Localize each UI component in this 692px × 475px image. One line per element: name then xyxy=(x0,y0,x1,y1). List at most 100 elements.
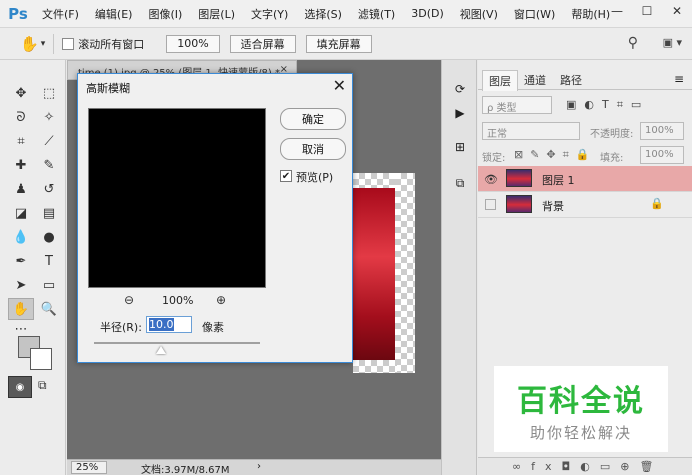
status-bar: 25% 文档:3.97M/8.67M › xyxy=(67,459,441,475)
crop-tool-icon[interactable]: ⌗ xyxy=(8,130,34,152)
type-tool-icon[interactable]: T xyxy=(36,250,62,272)
blur-tool-icon[interactable]: 💧 xyxy=(8,226,34,248)
radius-input[interactable]: 10.0 xyxy=(146,316,192,333)
menu-image[interactable]: 图像(I) xyxy=(148,6,182,22)
opacity-field[interactable]: 100% xyxy=(640,122,684,140)
hand-tool-active-icon[interactable]: ✋ xyxy=(8,298,34,320)
maximize-button[interactable]: ☐ xyxy=(632,0,662,22)
transparent-area-bottom xyxy=(353,360,397,373)
watermark-subtitle: 助你轻松解决 xyxy=(529,424,632,442)
gradient-tool-icon[interactable]: ▤ xyxy=(36,202,62,224)
blend-row: 正常 不透明度: 100% xyxy=(482,122,688,142)
layer-filter-row: ρ 类型 ▣◐T⌗▭ xyxy=(482,96,688,116)
menu-select[interactable]: 选择(S) xyxy=(304,6,342,22)
marquee-tool-icon[interactable]: ⬚ xyxy=(36,82,62,104)
radius-slider-thumb[interactable] xyxy=(156,346,166,354)
actions-play-icon[interactable]: ▶ xyxy=(451,104,469,122)
fill-field[interactable]: 100% xyxy=(640,146,684,164)
dodge-tool-icon[interactable]: ● xyxy=(36,226,62,248)
workspace-switcher-icon[interactable]: ▣ ▾ xyxy=(663,36,682,49)
tools-panel: ✥ ⬚ ᘐ ✧ ⌗ ⟋ ✚ ✎ ♟ ↺ ◪ ▤ 💧 ● ✒ T ➤ ▭ ✋ 🔍 … xyxy=(0,60,66,475)
panel-tabs: 图层 通道 路径 ≡ xyxy=(478,68,692,91)
history-icon[interactable]: ⟳ xyxy=(451,80,469,98)
gaussian-blur-dialog: 高斯模糊 ✕ 确定 取消 ✔ 预览(P) ⊖ 100% ⊕ 半径(R): 10.… xyxy=(77,73,353,363)
menu-filter[interactable]: 滤镜(T) xyxy=(358,6,395,22)
layer-actions-icons[interactable]: ∞fx◘◐▭⊕🗑 xyxy=(512,460,663,473)
quick-mask-icon[interactable]: ◉ xyxy=(8,376,32,398)
ok-button[interactable]: 确定 xyxy=(280,108,346,130)
menu-type[interactable]: 文字(Y) xyxy=(251,6,288,22)
zoom-level-field[interactable]: 25% xyxy=(71,461,107,474)
preview-checkbox[interactable]: ✔ xyxy=(280,170,292,182)
lasso-tool-icon[interactable]: ᘐ xyxy=(8,106,34,128)
fill-screen-button[interactable]: 填充屏幕 xyxy=(305,34,372,53)
preview-label: 预览(P) xyxy=(296,171,334,184)
screen-mode-icon[interactable]: ⧉ xyxy=(38,378,47,393)
layer-thumbnail xyxy=(506,169,532,187)
hand-tool-icon[interactable]: ✋ xyxy=(20,35,39,53)
tool-preset-caret-icon[interactable]: ▾ xyxy=(41,39,46,49)
zoom-tool-icon[interactable]: 🔍 xyxy=(36,298,62,320)
filter-type-icons[interactable]: ▣◐T⌗▭ xyxy=(566,98,649,112)
options-bar: ✋ ▾ 滚动所有窗口 100% 适合屏幕 填充屏幕 ⚲ ▣ ▾ xyxy=(0,28,692,60)
scroll-all-windows-label: 滚动所有窗口 xyxy=(78,37,145,51)
panel-menu-icon[interactable]: ≡ xyxy=(674,72,684,86)
eye-icon[interactable]: 👁 xyxy=(484,172,498,186)
radius-value: 10.0 xyxy=(149,318,174,331)
fit-screen-button[interactable]: 适合屏幕 xyxy=(229,34,296,53)
layer-row[interactable]: 👁 图层 1 xyxy=(478,166,692,192)
eraser-tool-icon[interactable]: ◪ xyxy=(8,202,34,224)
clone-stamp-icon[interactable]: ♟ xyxy=(8,178,34,200)
tab-layers[interactable]: 图层 xyxy=(482,70,518,91)
pen-tool-icon[interactable]: ✒ xyxy=(8,250,34,272)
move-tool-icon[interactable]: ✥ xyxy=(8,82,34,104)
healing-brush-icon[interactable]: ✚ xyxy=(8,154,34,176)
menu-bar: Ps 文件(F) 编辑(E) 图像(I) 图层(L) 文字(Y) 选择(S) 滤… xyxy=(0,0,692,28)
radius-slider-track[interactable] xyxy=(94,342,260,344)
fill-label: 填充: xyxy=(600,153,624,164)
menu-view[interactable]: 视图(V) xyxy=(460,6,498,22)
brush-tool-icon[interactable]: ✎ xyxy=(36,154,62,176)
close-window-button[interactable]: ✕ xyxy=(662,0,692,22)
radius-unit: 像素 xyxy=(202,321,224,334)
menu-layer[interactable]: 图层(L) xyxy=(198,6,235,22)
blur-preview[interactable] xyxy=(88,108,266,288)
zoom-out-icon[interactable]: ⊖ xyxy=(124,293,134,307)
history-brush-icon[interactable]: ↺ xyxy=(36,178,62,200)
background-color-swatch[interactable] xyxy=(30,348,52,370)
menu-window[interactable]: 窗口(W) xyxy=(514,6,555,22)
cancel-button[interactable]: 取消 xyxy=(280,138,346,160)
layers-footer: ∞fx◘◐▭⊕🗑 xyxy=(478,457,692,475)
rectangle-tool-icon[interactable]: ▭ xyxy=(36,274,62,296)
magic-wand-icon[interactable]: ✧ xyxy=(36,106,62,128)
layer-row[interactable]: 背景 🔒 xyxy=(478,192,692,218)
watermark: 百科全说 助你轻松解决 xyxy=(494,366,668,452)
options-divider xyxy=(53,33,55,54)
visibility-toggle[interactable] xyxy=(485,199,496,210)
canvas-image[interactable] xyxy=(353,188,395,360)
search-icon[interactable]: ⚲ xyxy=(628,35,638,51)
scroll-all-windows-checkbox[interactable] xyxy=(62,37,75,50)
properties-icon[interactable]: ⊞ xyxy=(451,138,469,156)
adjustments-icon[interactable]: ⧉ xyxy=(451,174,469,192)
lock-options-icons[interactable]: ⊠✎✥⌗🔒 xyxy=(514,148,597,162)
tab-channels[interactable]: 通道 xyxy=(518,70,552,90)
eyedropper-icon[interactable]: ⟋ xyxy=(36,130,62,152)
layer-filter-select[interactable]: ρ 类型 xyxy=(482,96,552,114)
menu-edit[interactable]: 编辑(E) xyxy=(95,6,133,22)
dialog-title: 高斯模糊 xyxy=(86,82,130,95)
menu-file[interactable]: 文件(F) xyxy=(42,6,79,22)
tab-paths[interactable]: 路径 xyxy=(554,70,588,90)
minimize-button[interactable]: — xyxy=(602,0,632,22)
zoom-100-button[interactable]: 100% xyxy=(166,34,220,53)
close-icon[interactable]: ✕ xyxy=(333,76,346,95)
preview-zoom-percent: 100% xyxy=(162,294,194,307)
blend-mode-select[interactable]: 正常 xyxy=(482,122,580,140)
collapsed-panel-dock: ⟳ ▶ ⊞ ⧉ xyxy=(441,60,477,475)
path-selection-icon[interactable]: ➤ xyxy=(8,274,34,296)
zoom-in-icon[interactable]: ⊕ xyxy=(216,293,226,307)
status-menu-arrow-icon[interactable]: › xyxy=(257,461,261,472)
layer-thumbnail xyxy=(506,195,532,213)
transparent-area-right xyxy=(395,173,415,373)
menu-3d[interactable]: 3D(D) xyxy=(411,7,444,20)
